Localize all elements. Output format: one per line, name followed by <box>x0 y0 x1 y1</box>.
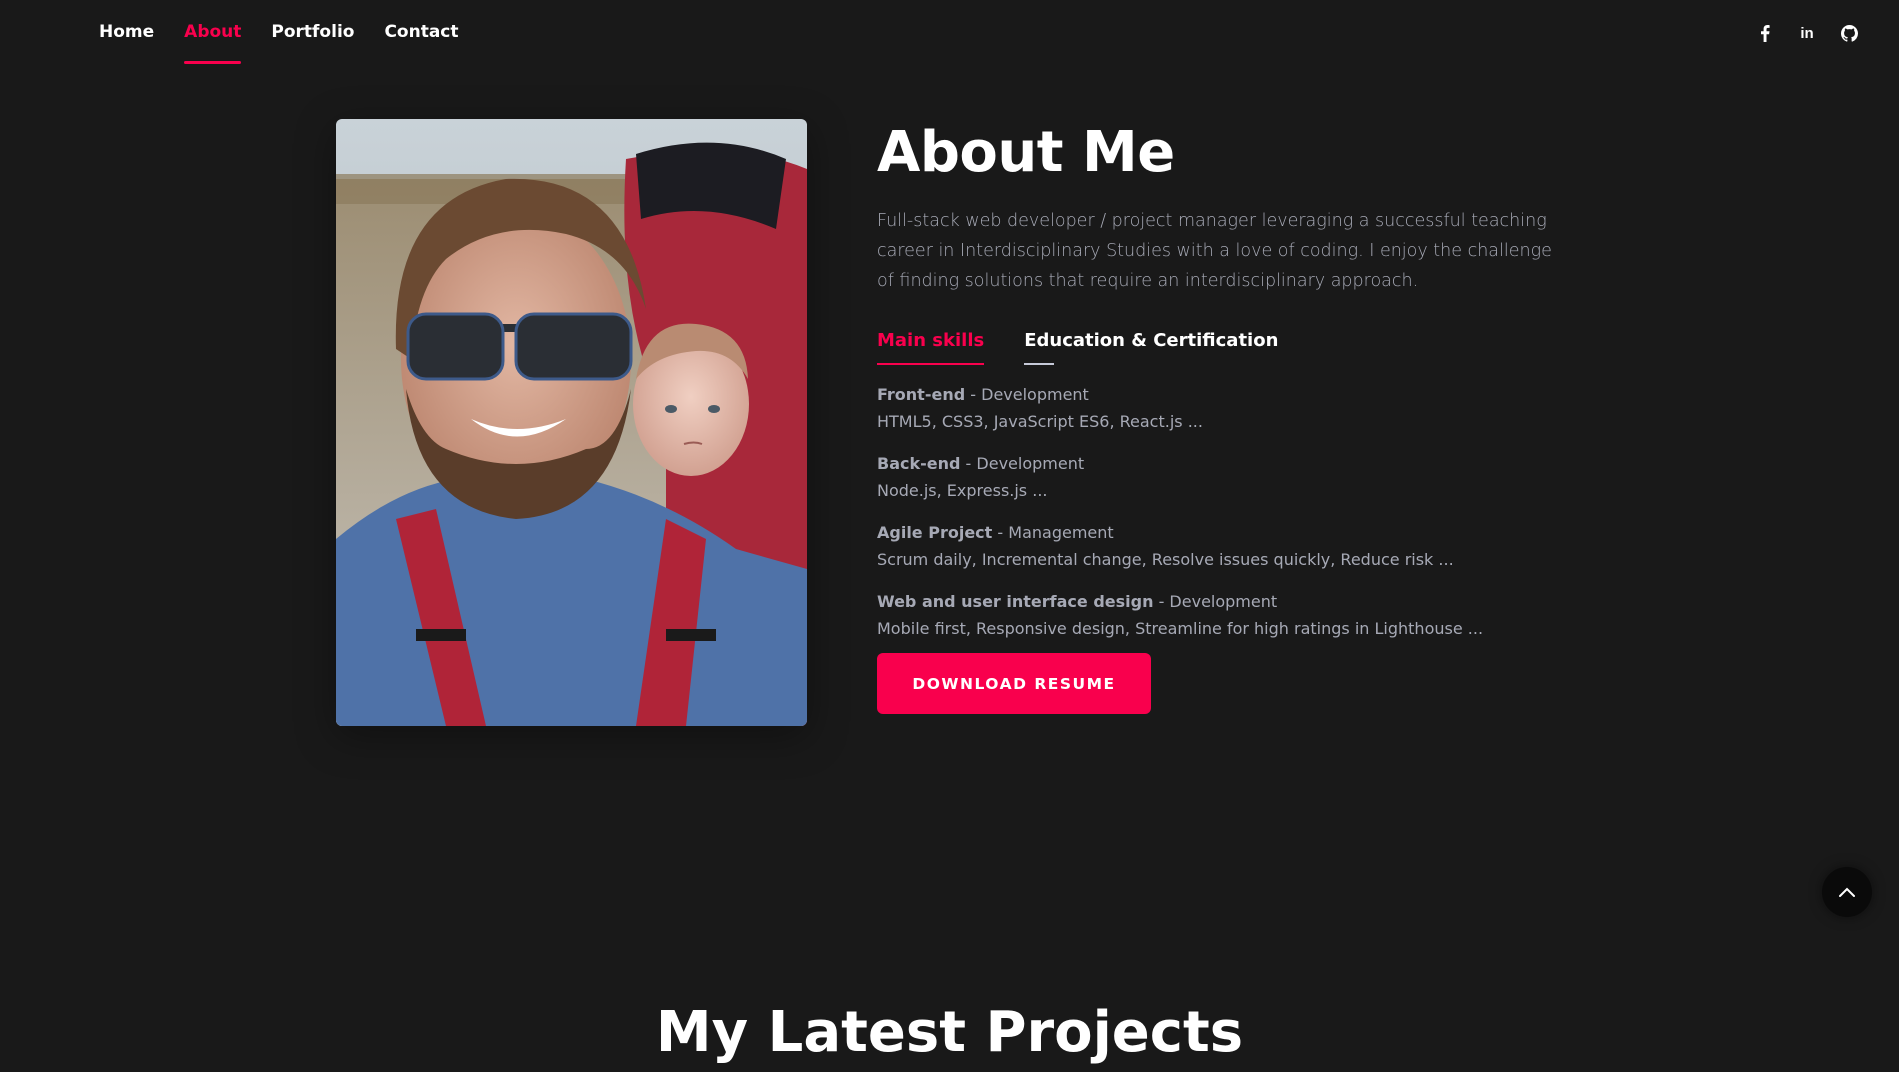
skill-heading: Agile Project - Management <box>877 522 1567 544</box>
github-icon[interactable] <box>1838 22 1860 44</box>
skill-name: Agile Project <box>877 523 993 542</box>
linkedin-icon-text: in <box>1800 24 1814 42</box>
list-item: Back-end - Development Node.js, Express.… <box>877 453 1567 502</box>
list-item: Web and user interface design - Developm… <box>877 591 1567 640</box>
skill-heading: Web and user interface design - Developm… <box>877 591 1567 613</box>
skill-detail: Node.js, Express.js ... <box>877 481 1048 500</box>
download-resume-button[interactable]: DOWNLOAD RESUME <box>877 653 1151 714</box>
list-item: Front-end - Development HTML5, CSS3, Jav… <box>877 384 1567 433</box>
main-nav: Home About Portfolio Contact <box>99 0 459 66</box>
skills-list: Front-end - Development HTML5, CSS3, Jav… <box>877 384 1567 640</box>
facebook-icon[interactable] <box>1754 22 1776 44</box>
nav-portfolio[interactable]: Portfolio <box>271 0 354 66</box>
skill-name: Front-end <box>877 385 966 404</box>
skill-heading: Back-end - Development <box>877 453 1567 475</box>
skill-heading: Front-end - Development <box>877 384 1567 406</box>
linkedin-icon[interactable]: in <box>1796 22 1818 44</box>
skill-detail: Scrum daily, Incremental change, Resolve… <box>877 550 1454 569</box>
skill-name: Web and user interface design <box>877 592 1154 611</box>
skill-name: Back-end <box>877 454 961 473</box>
skill-type: - Management <box>992 523 1114 542</box>
skills-tabs: Main skills Education & Certification <box>877 330 1567 366</box>
nav-home[interactable]: Home <box>99 0 154 66</box>
tab-main-skills[interactable]: Main skills <box>877 330 985 366</box>
nav-contact[interactable]: Contact <box>384 0 458 66</box>
tab-education-certification[interactable]: Education & Certification <box>1024 330 1278 366</box>
back-to-top-button[interactable] <box>1822 867 1872 917</box>
nav-about[interactable]: About <box>184 0 242 66</box>
about-description: Full-stack web developer / project manag… <box>877 211 1552 291</box>
list-item: Agile Project - Management Scrum daily, … <box>877 522 1567 571</box>
skill-detail: Mobile first, Responsive design, Streaml… <box>877 619 1484 638</box>
page-title: About Me <box>877 120 1175 185</box>
profile-photo <box>336 119 807 726</box>
about-section: About Me Full-stack web developer / proj… <box>877 114 1567 660</box>
skill-type: - Development <box>1153 592 1278 611</box>
section-title-projects: My Latest Projects <box>655 1000 1244 1066</box>
social-links: in <box>1754 22 1860 44</box>
chevron-up-icon <box>1839 887 1855 897</box>
skill-type: - Development <box>965 385 1089 404</box>
skill-detail: HTML5, CSS3, JavaScript ES6, React.js ..… <box>877 412 1203 431</box>
skill-type: - Development <box>960 454 1085 473</box>
